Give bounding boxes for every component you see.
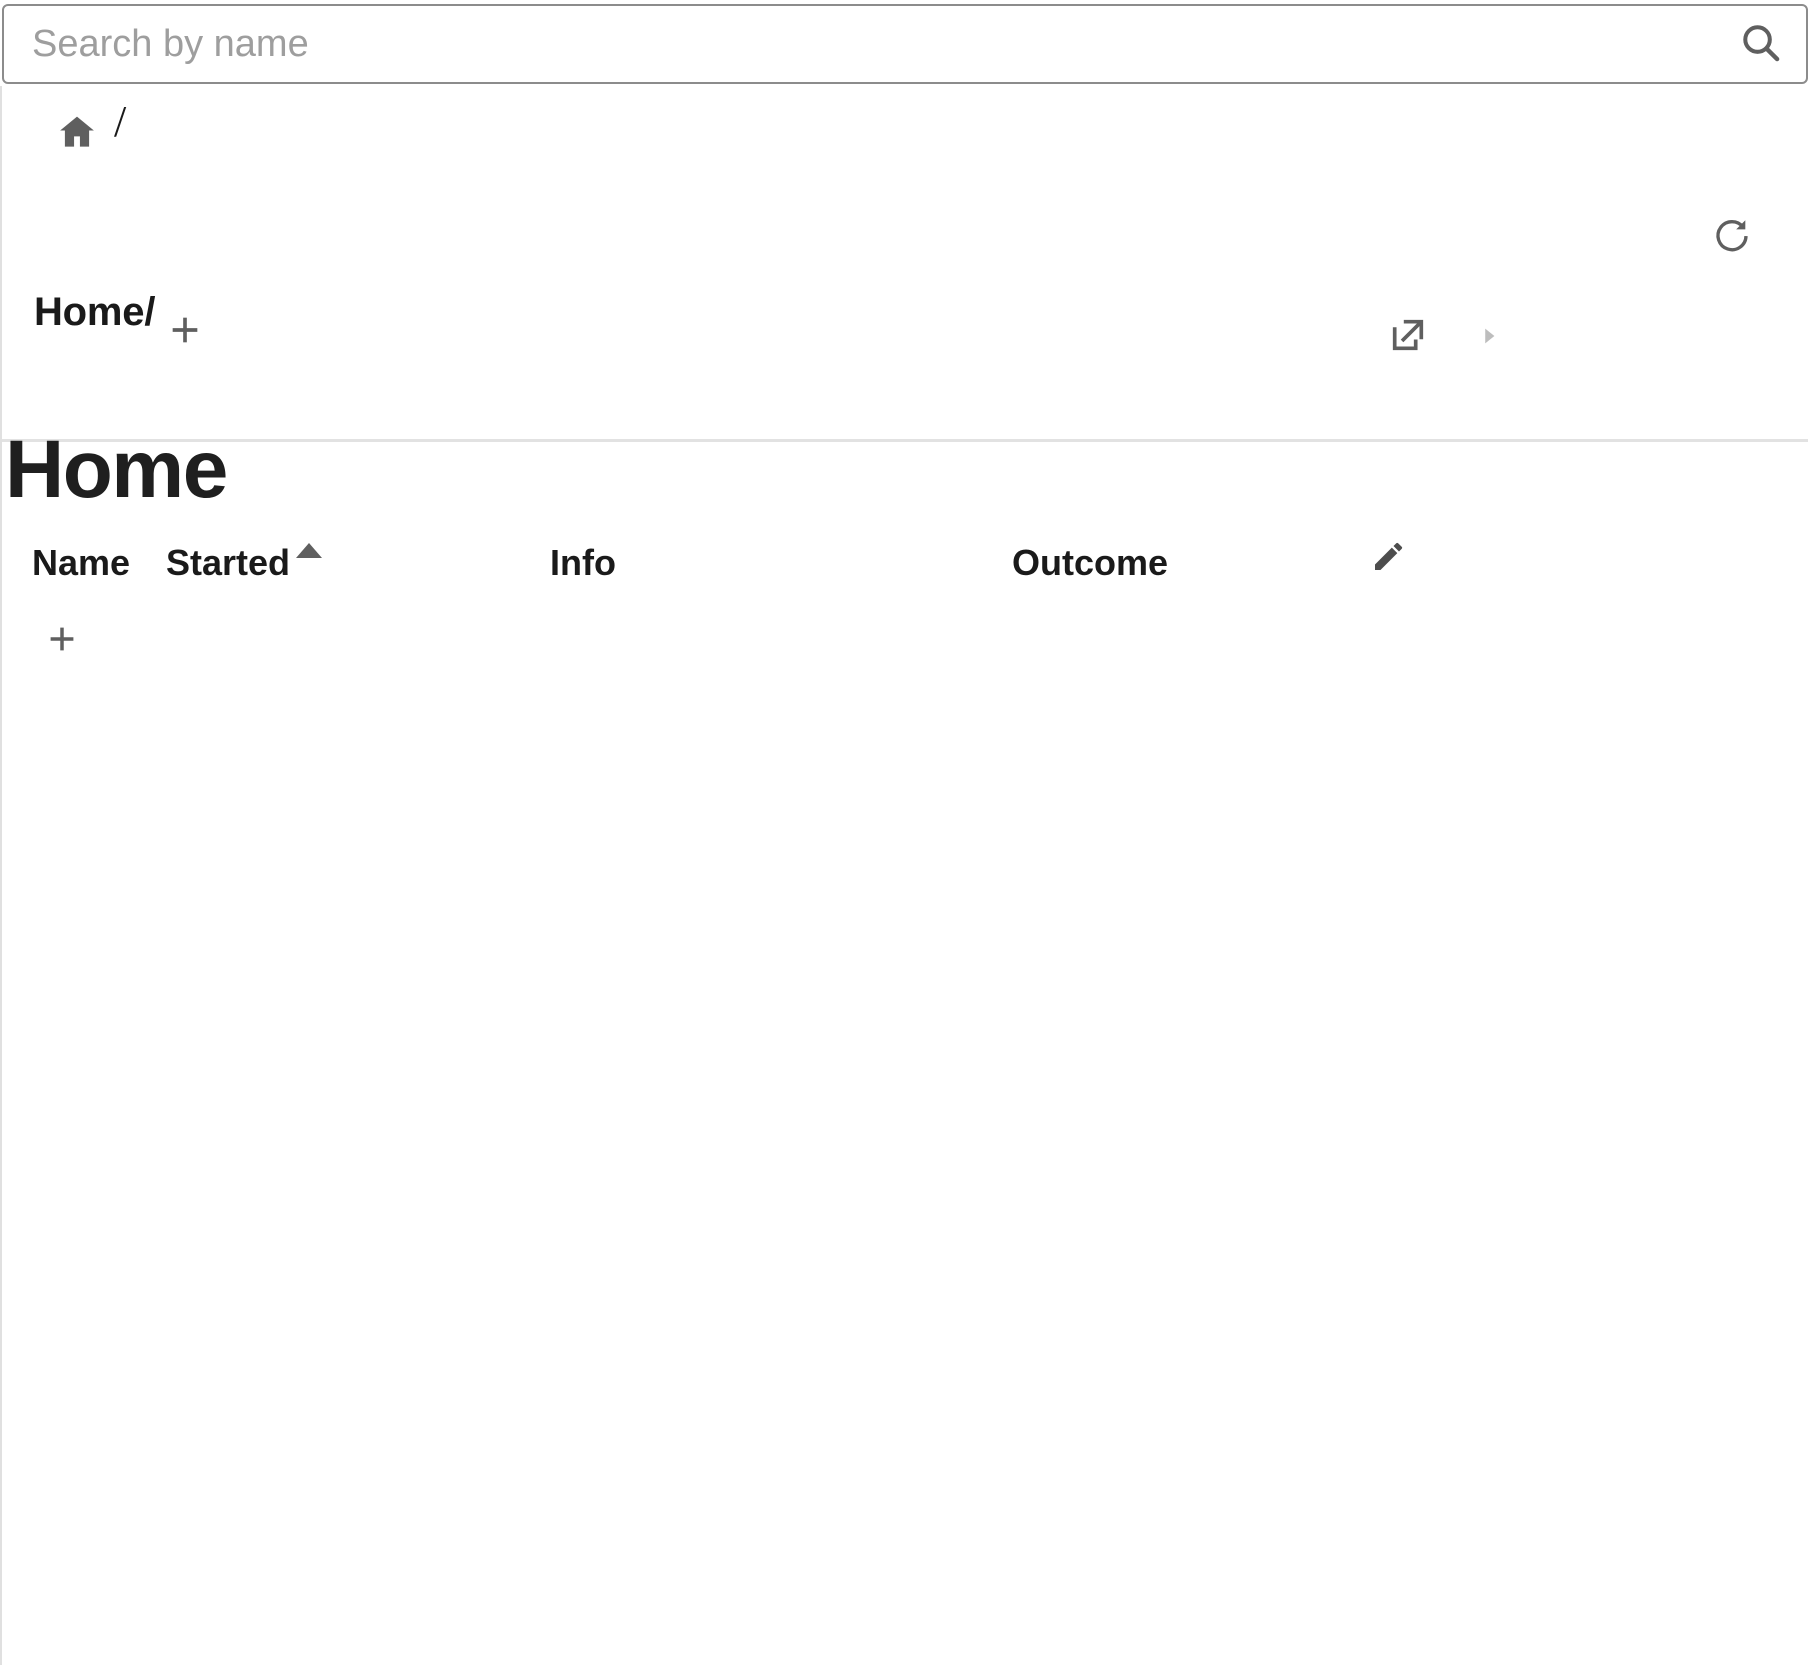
- table-header-row: Name Started Info Outcome: [2, 542, 1792, 612]
- triangle-right-icon: [1476, 323, 1502, 352]
- search-button[interactable]: [1716, 6, 1806, 82]
- open-in-new-button[interactable]: [1384, 312, 1432, 360]
- breadcrumb-actions-row: Home/: [2, 190, 1812, 350]
- pencil-icon: [1369, 536, 1409, 579]
- sort-ascending-icon[interactable]: [296, 543, 322, 569]
- home-icon: [55, 110, 99, 157]
- breadcrumb-separator: /: [114, 97, 127, 146]
- add-row-button[interactable]: [40, 618, 84, 662]
- column-header-info[interactable]: Info: [550, 542, 616, 584]
- page-title: Home: [5, 423, 228, 515]
- breadcrumb-add-button[interactable]: [160, 306, 210, 356]
- edit-columns-button[interactable]: [1366, 534, 1412, 580]
- open-in-new-icon: [1387, 314, 1429, 359]
- breadcrumb-item-home[interactable]: Home/: [34, 290, 155, 335]
- search-bar[interactable]: [2, 4, 1808, 84]
- search-icon: [1738, 20, 1784, 69]
- main-content: Home Name Started Info Outcome: [0, 356, 1812, 1665]
- breadcrumb-path-row: /: [2, 86, 1812, 190]
- plus-icon: [165, 310, 205, 353]
- column-header-outcome[interactable]: Outcome: [1012, 542, 1168, 584]
- table-body: [2, 612, 1792, 1612]
- breadcrumb-toolbar: / Home/: [0, 86, 1812, 442]
- home-breadcrumb-button[interactable]: [52, 108, 102, 158]
- plus-icon: [43, 620, 81, 661]
- column-header-started[interactable]: Started: [166, 542, 290, 584]
- expand-button[interactable]: [1472, 320, 1506, 354]
- search-input[interactable]: [4, 6, 1716, 82]
- column-header-name[interactable]: Name: [32, 542, 130, 584]
